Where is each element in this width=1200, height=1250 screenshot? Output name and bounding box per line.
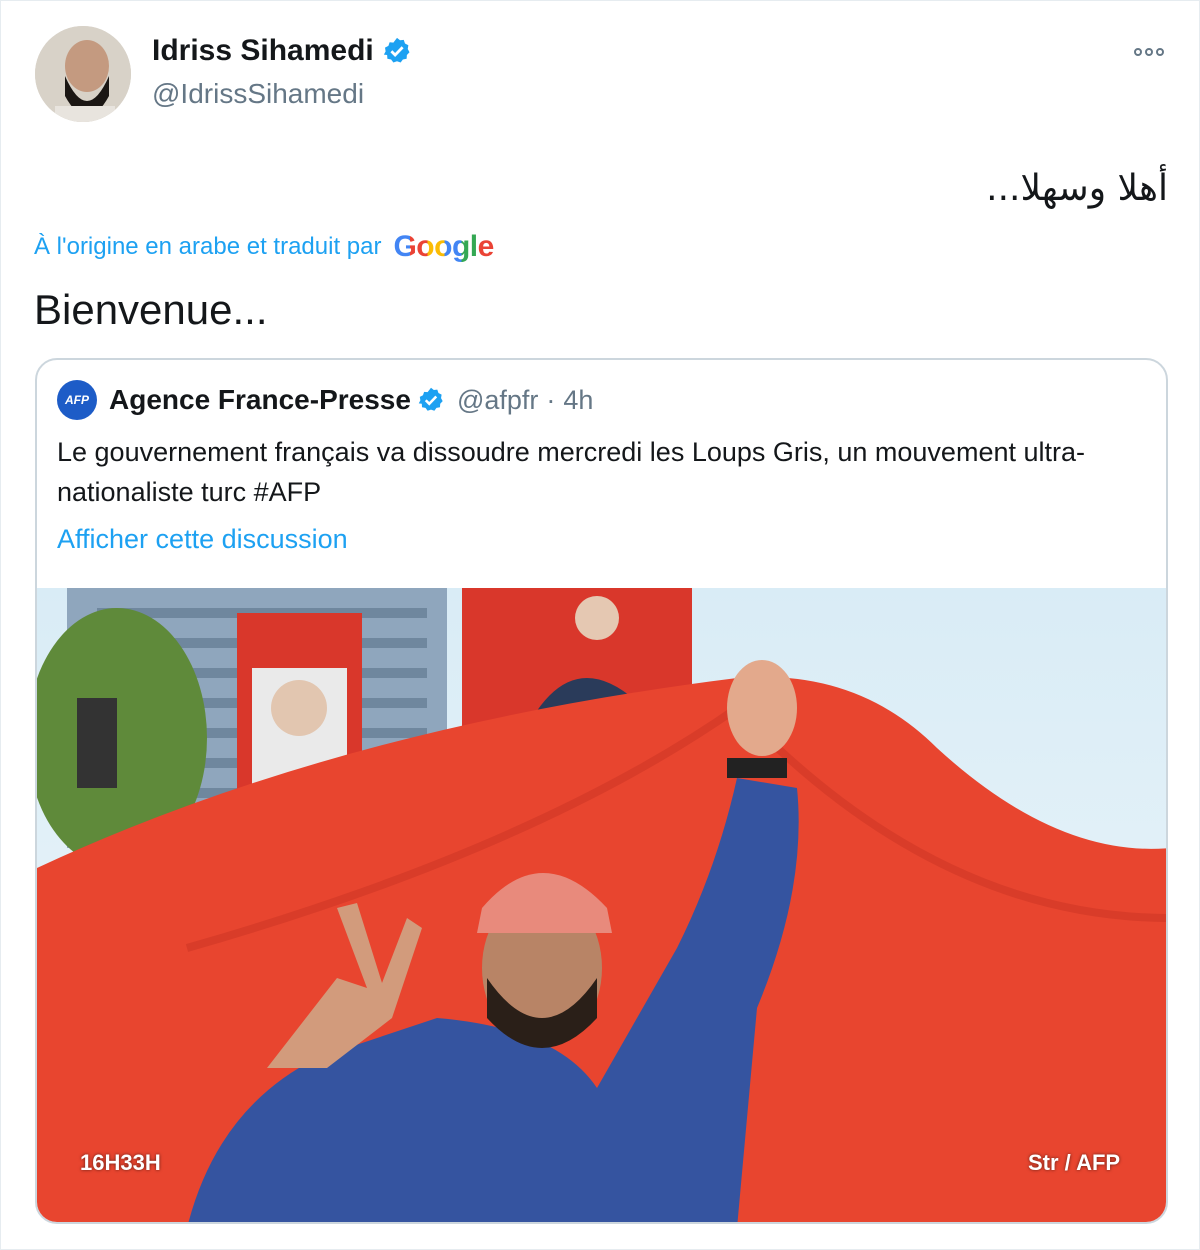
image-caption-left: 16H33H — [80, 1150, 161, 1175]
tweet-translation: Bienvenue... — [34, 286, 268, 333]
translation-attribution: À l'origine en arabe et traduit par Goog… — [34, 230, 494, 264]
quoted-tweet-header: AFP Agence France-Presse @afpfr · 4h — [57, 380, 593, 420]
more-options-icon[interactable] — [1126, 40, 1172, 64]
quoted-timestamp: 4h — [563, 384, 594, 415]
verified-badge-icon — [418, 387, 443, 411]
quoted-tweet-text: Le gouvernement français va dissoudre me… — [57, 437, 1085, 507]
afp-logo-icon: AFP — [57, 380, 97, 420]
translated-from-label[interactable]: À l'origine en arabe et traduit par — [34, 233, 381, 261]
author-handle[interactable]: @IdrissSihamedi — [152, 78, 364, 110]
show-thread-link[interactable]: Afficher cette discussion — [57, 524, 348, 555]
avatar[interactable] — [35, 26, 131, 122]
separator-dot: · — [546, 384, 556, 415]
quoted-author-handle: @afpfr — [456, 384, 539, 415]
quoted-tweet[interactable]: AFP Agence France-Presse @afpfr · 4h Le … — [35, 358, 1168, 1224]
quoted-tweet-image[interactable] — [37, 588, 1166, 1222]
google-logo: Google — [393, 230, 494, 263]
tweet-original-text: أهلا وسهلا... — [986, 168, 1168, 209]
quoted-author-name: Agence France-Presse — [109, 384, 411, 415]
image-caption-credit: Str / AFP — [1028, 1150, 1121, 1175]
verified-badge-icon — [383, 37, 410, 63]
author-name-row: Idriss Sihamedi — [152, 34, 412, 68]
author-name[interactable]: Idriss Sihamedi — [152, 34, 374, 68]
